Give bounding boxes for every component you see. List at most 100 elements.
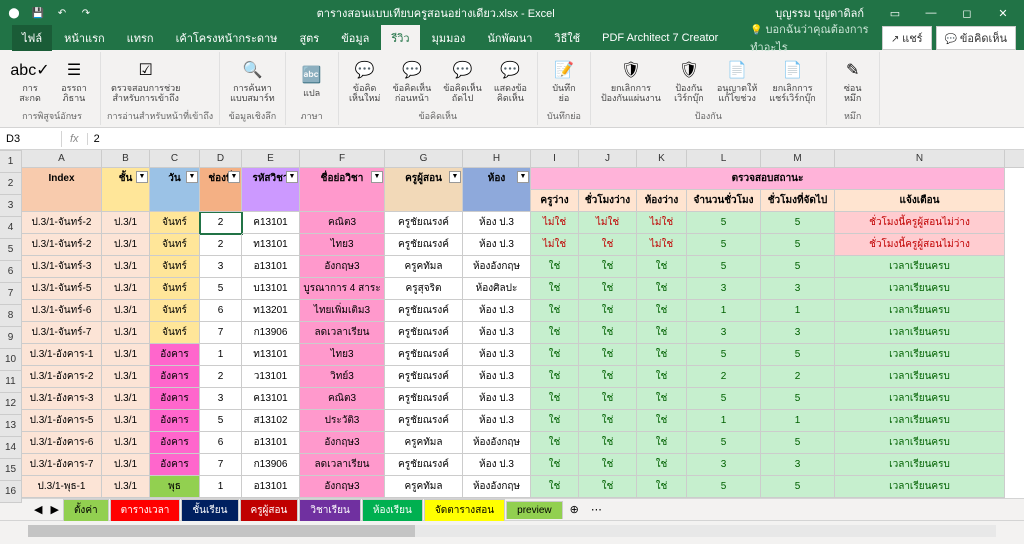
minimize-icon[interactable]: — [914,0,948,26]
name-box[interactable]: D3 [0,131,62,147]
tab-developer[interactable]: นักพัฒนา [477,25,542,51]
redo-icon[interactable]: ↷ [76,3,96,23]
ribbon-button[interactable]: 💬แสดงข้อคิดเห็น [490,56,531,106]
col-header[interactable]: H [463,150,531,167]
sheet-tab[interactable]: preview [506,501,562,519]
row-header[interactable]: 3 [0,195,21,217]
col-header[interactable]: G [385,150,463,167]
ribbon-button[interactable]: 🔍การค้นหาแบบสมาร์ท [226,56,278,106]
table-row[interactable]: ป.3/1-จันทร์-7 ป.3/1 จันทร์ 7 ก13906 ลดเ… [22,322,1024,344]
filter-icon[interactable]: ▼ [228,171,240,183]
sheet-tab[interactable]: ชั้นเรียน [181,499,238,521]
table-row[interactable]: ป.3/1-จันทร์-3 ป.3/1 จันทร์ 3 อ13101 อัง… [22,256,1024,278]
table-row[interactable]: ป.3/1-อังคาร-7 ป.3/1 อังคาร 7 ก13906 ลดเ… [22,454,1024,476]
filter-icon[interactable]: ▼ [286,171,298,183]
table-row[interactable]: ป.3/1-จันทร์-6 ป.3/1 จันทร์ 6 ท13201 ไทย… [22,300,1024,322]
ribbon-button[interactable]: 🛡ป้องกันเวิร์กบุ๊ก [669,56,709,106]
hdr-code[interactable]: รหัสวิชา▼ [242,168,300,190]
tab-file[interactable]: ไฟล์ [12,25,52,51]
hdr-period[interactable]: ช่องที่▼ [200,168,242,190]
horizontal-scrollbar[interactable] [8,525,1016,537]
row-header[interactable]: 8 [0,305,21,327]
col-header[interactable]: J [579,150,637,167]
row-header[interactable]: 5 [0,239,21,261]
hdr-class[interactable]: ชั้น▼ [102,168,150,190]
col-header[interactable]: B [102,150,150,167]
col-header[interactable]: L [687,150,761,167]
formula-input[interactable]: 2 [88,131,1024,147]
row-header[interactable]: 2 [0,173,21,195]
tab-help[interactable]: วิธีใช้ [544,25,590,51]
sheet-tab[interactable]: วิชาเรียน [299,499,361,521]
table-row[interactable]: ป.3/1-อังคาร-6 ป.3/1 อังคาร 6 อ13101 อัง… [22,432,1024,454]
col-header[interactable]: N [835,150,1005,167]
table-row[interactable]: ป.3/1-อังคาร-1 ป.3/1 อังคาร 1 ท13101 ไทย… [22,344,1024,366]
sheet-tab[interactable]: ตารางเวลา [110,499,181,521]
row-header[interactable]: 1 [0,151,21,173]
hdr-teacher[interactable]: ครูผู้สอน▼ [385,168,463,190]
ribbon-button[interactable]: 📄อนุญาตให้แก้ไขช่วง [713,56,761,106]
row-header[interactable]: 9 [0,327,21,349]
col-header[interactable]: C [150,150,200,167]
row-header[interactable]: 7 [0,283,21,305]
table-row[interactable]: ป.3/1-อังคาร-3 ป.3/1 อังคาร 3 ค13101 คณิ… [22,388,1024,410]
filter-icon[interactable]: ▼ [449,171,461,183]
new-sheet-icon[interactable]: ⊕ [564,503,585,516]
row-header[interactable]: 10 [0,349,21,371]
ribbon-button[interactable]: ☑ตรวจสอบการช่วยสำหรับการเข้าถึง [107,56,184,106]
ribbon-button[interactable]: abc✓การสะกด [10,56,50,106]
tab-pdf[interactable]: PDF Architect 7 Creator [592,28,728,48]
ribbon-button[interactable]: 💬ข้อคิดเห็นก่อนหน้า [389,56,436,106]
ribbon-button[interactable]: 📄ยกเลิกการแชร์เวิร์กบุ๊ก [765,56,819,106]
sheet-menu-icon[interactable]: ⋯ [585,503,608,516]
tab-view[interactable]: มุมมอง [422,25,476,51]
spreadsheet-grid[interactable]: 12345678910111213141516 ABCDEFGHIJKLMN I… [0,150,1024,498]
hdr-subject[interactable]: ชื่อย่อวิชา▼ [300,168,385,190]
save-icon[interactable]: 💾 [28,3,48,23]
close-icon[interactable]: ✕ [986,0,1020,26]
maximize-icon[interactable]: ◻ [950,0,984,26]
row-headers[interactable]: 12345678910111213141516 [0,151,22,503]
ribbon-button[interactable]: 💬ข้อคิดเห็นใหม่ [345,56,385,106]
tab-formulas[interactable]: สูตร [289,25,329,51]
ribbon-button[interactable]: 📝บันทึกย่อ [544,56,584,106]
comments-button[interactable]: 💬 ข้อคิดเห็น [936,26,1016,50]
col-header[interactable]: M [761,150,835,167]
row-header[interactable]: 15 [0,459,21,481]
ribbon-button[interactable]: ☰อรรถาภิธาน [54,56,94,106]
table-row[interactable]: ป.3/1-อังคาร-2 ป.3/1 อังคาร 2 ว13101 วิท… [22,366,1024,388]
col-header[interactable]: D [200,150,242,167]
table-row[interactable]: ป.3/1-พุธ-1 ป.3/1 พุธ 1 อ13101 อังกฤษ3 ค… [22,476,1024,498]
sheet-tab[interactable]: จัดตารางสอน [424,499,505,521]
ribbon-button[interactable]: 💬ข้อคิดเห็นถัดไป [439,56,486,106]
column-headers[interactable]: ABCDEFGHIJKLMN [22,150,1024,168]
row-header[interactable]: 12 [0,393,21,415]
row-header[interactable]: 13 [0,415,21,437]
table-row[interactable]: ป.3/1-อังคาร-5 ป.3/1 อังคาร 5 ส13102 ประ… [22,410,1024,432]
ribbon-button[interactable]: 🛡ยกเลิกการป้องกันแผ่นงาน [597,56,665,106]
hdr-room[interactable]: ห้อง▼ [463,168,531,190]
ribbon-button[interactable]: 🔤แปล [292,61,332,101]
tab-data[interactable]: ข้อมูล [331,25,379,51]
tab-review[interactable]: รีวิว [381,25,419,51]
sheet-tab[interactable]: ครูผู้สอน [240,499,299,521]
row-header[interactable]: 14 [0,437,21,459]
row-header[interactable]: 16 [0,481,21,503]
col-header[interactable]: E [242,150,300,167]
tab-layout[interactable]: เค้าโครงหน้ากระดาษ [166,25,288,51]
autosave-toggle[interactable]: ⬤ [4,3,24,23]
sheet-tab[interactable]: ตั้งค่า [63,499,109,521]
filter-icon[interactable]: ▼ [186,171,198,183]
col-header[interactable]: F [300,150,385,167]
filter-icon[interactable]: ▼ [371,171,383,183]
tell-me-search[interactable]: 💡 บอกฉันว่าคุณต้องการทำอะไร [730,20,880,56]
undo-icon[interactable]: ↶ [52,3,72,23]
col-header[interactable]: A [22,150,102,167]
ribbon-options-icon[interactable]: ▭ [878,0,912,26]
table-row[interactable]: ป.3/1-จันทร์-2 ป.3/1 จันทร์ 2 ค13101 คณิ… [22,212,1024,234]
col-header[interactable]: K [637,150,687,167]
row-header[interactable]: 6 [0,261,21,283]
tab-insert[interactable]: แทรก [117,25,164,51]
table-row[interactable]: ป.3/1-จันทร์-5 ป.3/1 จันทร์ 5 บ13101 บูร… [22,278,1024,300]
row-header[interactable]: 4 [0,217,21,239]
